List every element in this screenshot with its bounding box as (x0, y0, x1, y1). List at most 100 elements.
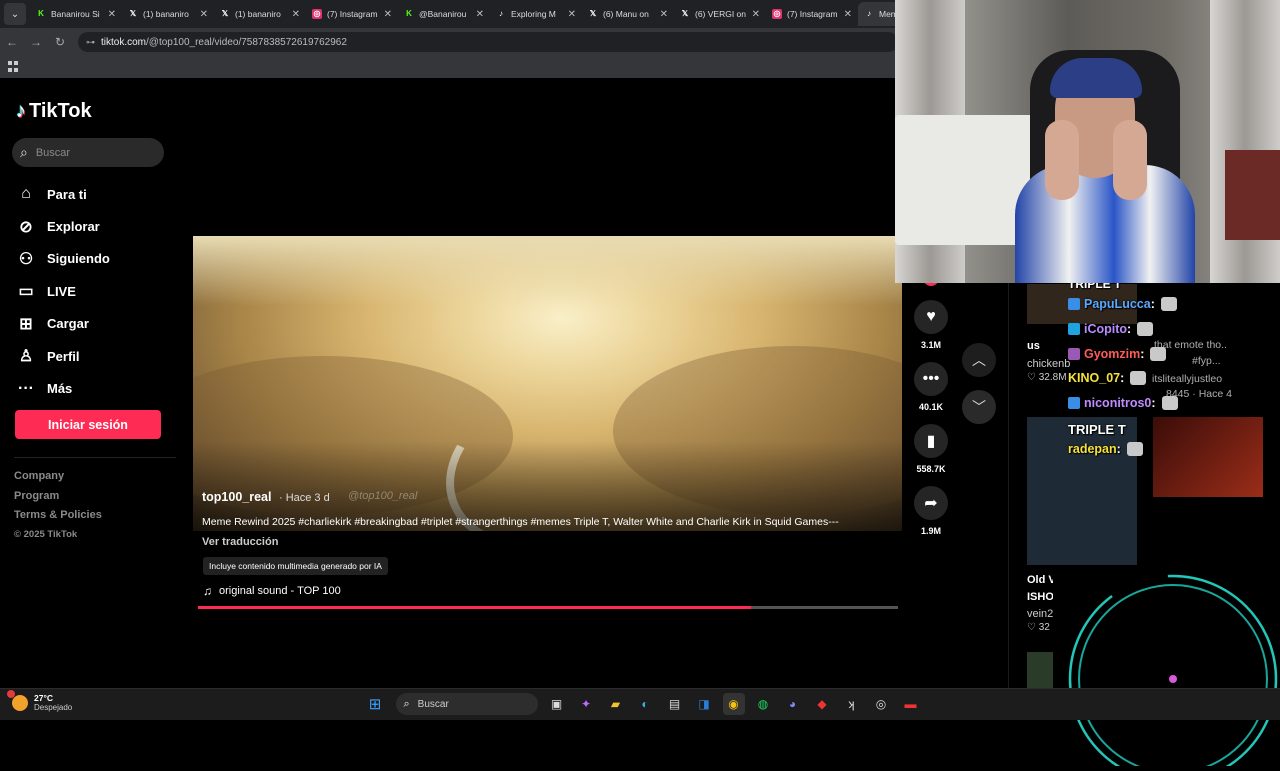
bookmark-action[interactable]: ▮ 558.7K (913, 424, 949, 474)
app-icon[interactable]: ◆ (811, 693, 833, 715)
browser-tab[interactable]: 𝕏 (1) bananiro ✕ (122, 2, 214, 26)
previous-video-button[interactable]: ︿ (962, 343, 996, 377)
browser-tab[interactable]: 𝕏 (1) bananiro ✕ (214, 2, 306, 26)
browser-tab[interactable]: ◎ (7) Instagram ✕ (306, 2, 398, 26)
url-field[interactable]: ⊶ tiktok.com /@top100_real/video/7587838… (78, 32, 898, 52)
kick-app-icon[interactable]: ʞ (841, 693, 863, 715)
app-icon[interactable]: ▬ (900, 693, 922, 715)
chat-username[interactable]: PapuLucca (1084, 297, 1151, 311)
chat-username[interactable]: radepan (1068, 442, 1117, 456)
reload-icon[interactable]: ↻ (48, 35, 72, 49)
sidebar-search[interactable]: ⌕ (12, 138, 164, 167)
chat-username[interactable]: iCopito (1084, 322, 1127, 336)
webcam-table (1225, 150, 1280, 240)
close-tab-icon[interactable]: ✕ (384, 9, 392, 20)
share-icon[interactable]: ➦ (914, 486, 948, 520)
x-icon: 𝕏 (221, 9, 229, 18)
item-title[interactable]: ISHO (1027, 591, 1054, 603)
author-name[interactable]: top100_real (202, 490, 271, 504)
close-tab-icon[interactable]: ✕ (752, 9, 760, 20)
file-explorer-icon[interactable]: ▰ (605, 693, 627, 715)
footer-link-program[interactable]: Program (14, 490, 102, 510)
browser-tab[interactable]: ♪ Exploring M ✕ (490, 2, 582, 26)
edge-icon[interactable]: ◐ (634, 693, 656, 715)
discord-icon[interactable]: ◕ (782, 693, 804, 715)
login-button[interactable]: Iniciar sesión (15, 410, 161, 439)
outlook-icon[interactable]: ◨ (693, 693, 715, 715)
tab-title: (6) VERGI on (695, 9, 747, 19)
windows-start-icon[interactable]: ⊞ (364, 693, 386, 715)
close-tab-icon[interactable]: ✕ (568, 9, 576, 20)
close-tab-icon[interactable]: ✕ (108, 9, 116, 20)
item-title[interactable]: Old V (1027, 574, 1056, 586)
sidebar-item-perfil[interactable]: ♙ Perfil (16, 340, 110, 372)
heart-icon[interactable]: ♥ (914, 300, 948, 334)
comment-action[interactable]: ••• 40.1K (913, 362, 949, 412)
share-action[interactable]: ➦ 1.9M (913, 486, 949, 536)
bookmark-icon[interactable]: ▮ (914, 424, 948, 458)
chat-emote-icon (1150, 347, 1167, 361)
sidebar-item-explorar[interactable]: ⊘ Explorar (16, 210, 110, 242)
sidebar-item-cargar[interactable]: ⊞ Cargar (16, 308, 110, 340)
video-progress-bar[interactable] (198, 606, 898, 609)
home-icon: ⌂ (21, 185, 31, 203)
browser-tab[interactable]: K @Bananirou ✕ (398, 2, 490, 26)
footer-link-terms[interactable]: Terms & Policies (14, 509, 102, 529)
browser-tab[interactable]: 𝕏 (6) VERGI on ✕ (674, 2, 766, 26)
next-video-button[interactable]: ﹀ (962, 390, 996, 424)
video-thumbnail[interactable] (1027, 417, 1137, 565)
ai-content-badge[interactable]: Incluye contenido multimedia generado po… (203, 557, 388, 575)
copilot-icon[interactable]: ✦ (575, 693, 597, 715)
footer-link-company[interactable]: Company (14, 470, 102, 490)
tiktok-logo[interactable]: ♪ TikTok (16, 100, 92, 123)
item-handle[interactable]: chickenb (1027, 358, 1070, 370)
chrome-icon[interactable]: ◉ (722, 693, 745, 715)
obs-icon[interactable]: ◎ (870, 693, 892, 715)
chat-username[interactable]: KINO_07 (1068, 371, 1120, 385)
weather-widget[interactable]: 27°C Despejado (7, 689, 72, 712)
browser-tab[interactable]: 𝕏 (6) Manu on ✕ (582, 2, 674, 26)
chat-username[interactable]: Gyomzim (1084, 347, 1140, 361)
task-view-icon[interactable]: ▣ (546, 693, 568, 715)
tab-title: (1) bananiro (235, 9, 281, 19)
item-handle[interactable]: vein2 (1027, 608, 1053, 620)
back-icon[interactable]: ← (0, 35, 24, 49)
search-input[interactable] (35, 146, 146, 159)
close-tab-icon[interactable]: ✕ (476, 9, 484, 20)
sidebar-item-live[interactable]: ▭ LIVE (16, 275, 110, 307)
kick-icon: K (406, 9, 412, 18)
close-tab-icon[interactable]: ✕ (292, 9, 300, 20)
site-info-icon[interactable]: ⊶ (86, 37, 95, 48)
spotify-icon[interactable]: ◍ (752, 693, 774, 715)
sidebar-item-mas[interactable]: ··· Más (16, 372, 110, 404)
tab-title: (7) Instagram (327, 9, 378, 19)
comment-icon[interactable]: ••• (914, 362, 948, 396)
video-player[interactable] (193, 236, 902, 531)
video-sound[interactable]: ♫ original sound - TOP 100 (203, 584, 341, 598)
view-count: 32.8M (1038, 372, 1067, 383)
close-tab-icon[interactable]: ✕ (200, 9, 208, 20)
chat-username[interactable]: niconitros0 (1084, 396, 1151, 410)
translate-link[interactable]: Ver traducción (202, 536, 278, 548)
tiktok-icon: ♪ (867, 9, 871, 18)
webcam-person-hand (1045, 120, 1079, 200)
browser-tab[interactable]: ◎ (7) Instagram ✕ (766, 2, 858, 26)
item-user[interactable]: us (1027, 340, 1040, 352)
video-thumbnail[interactable] (1153, 417, 1263, 497)
forward-icon[interactable]: → (24, 35, 48, 49)
sidebar-item-para-ti[interactable]: ⌂ Para ti (16, 178, 110, 210)
sidebar-item-siguiendo[interactable]: ⚇ Siguiendo (16, 243, 110, 275)
close-tab-icon[interactable]: ✕ (844, 9, 852, 20)
browser-tab[interactable]: K Bananirou Si ✕ (30, 2, 122, 26)
chat-message: niconitros0 : (1068, 396, 1178, 410)
store-icon[interactable]: ▤ (664, 693, 686, 715)
tab-list-chevron-icon[interactable]: ⌄ (4, 3, 26, 25)
like-action[interactable]: ♥ 3.1M (913, 300, 949, 350)
taskbar-search[interactable]: ⌕ Buscar (395, 693, 538, 715)
apps-grid-icon[interactable] (8, 61, 19, 72)
video-watermark: @top100_real (348, 490, 418, 502)
close-tab-icon[interactable]: ✕ (660, 9, 668, 20)
instagram-icon: ◎ (312, 9, 322, 19)
compass-icon: ⊘ (19, 218, 33, 236)
video-author[interactable]: top100_real · Hace 3 d (202, 490, 330, 504)
